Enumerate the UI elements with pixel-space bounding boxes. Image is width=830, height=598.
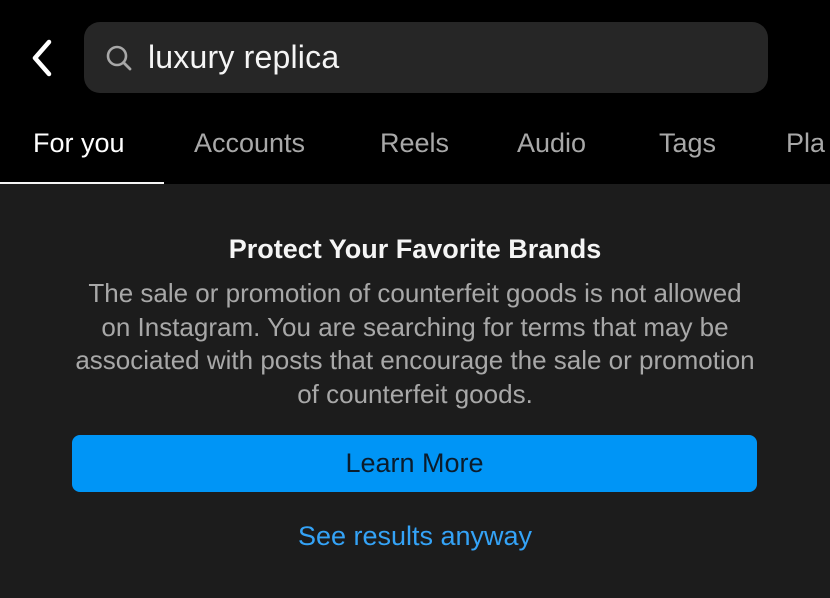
- warning-message: The sale or promotion of counterfeit goo…: [75, 278, 755, 409]
- search-input[interactable]: luxury replica: [84, 22, 768, 93]
- tab-tags[interactable]: Tags: [659, 112, 716, 184]
- see-results-anyway-link[interactable]: See results anyway: [0, 521, 830, 552]
- tab-places[interactable]: Pla: [786, 112, 825, 184]
- tab-accounts[interactable]: Accounts: [194, 112, 305, 184]
- top-bar: luxury replica: [0, 0, 830, 112]
- counterfeit-warning-panel: Protect Your Favorite Brands The sale or…: [0, 184, 830, 598]
- chevron-left-icon: [32, 39, 52, 77]
- back-button[interactable]: [22, 36, 62, 80]
- tab-audio[interactable]: Audio: [517, 112, 586, 184]
- search-tabs: For you Accounts Reels Audio Tags Pla: [0, 112, 830, 184]
- learn-more-button[interactable]: Learn More: [72, 435, 757, 492]
- search-icon: [104, 43, 134, 73]
- tab-reels[interactable]: Reels: [380, 112, 449, 184]
- tab-for-you[interactable]: For you: [33, 112, 125, 184]
- warning-title: Protect Your Favorite Brands: [228, 234, 602, 264]
- search-query-text[interactable]: luxury replica: [148, 39, 339, 76]
